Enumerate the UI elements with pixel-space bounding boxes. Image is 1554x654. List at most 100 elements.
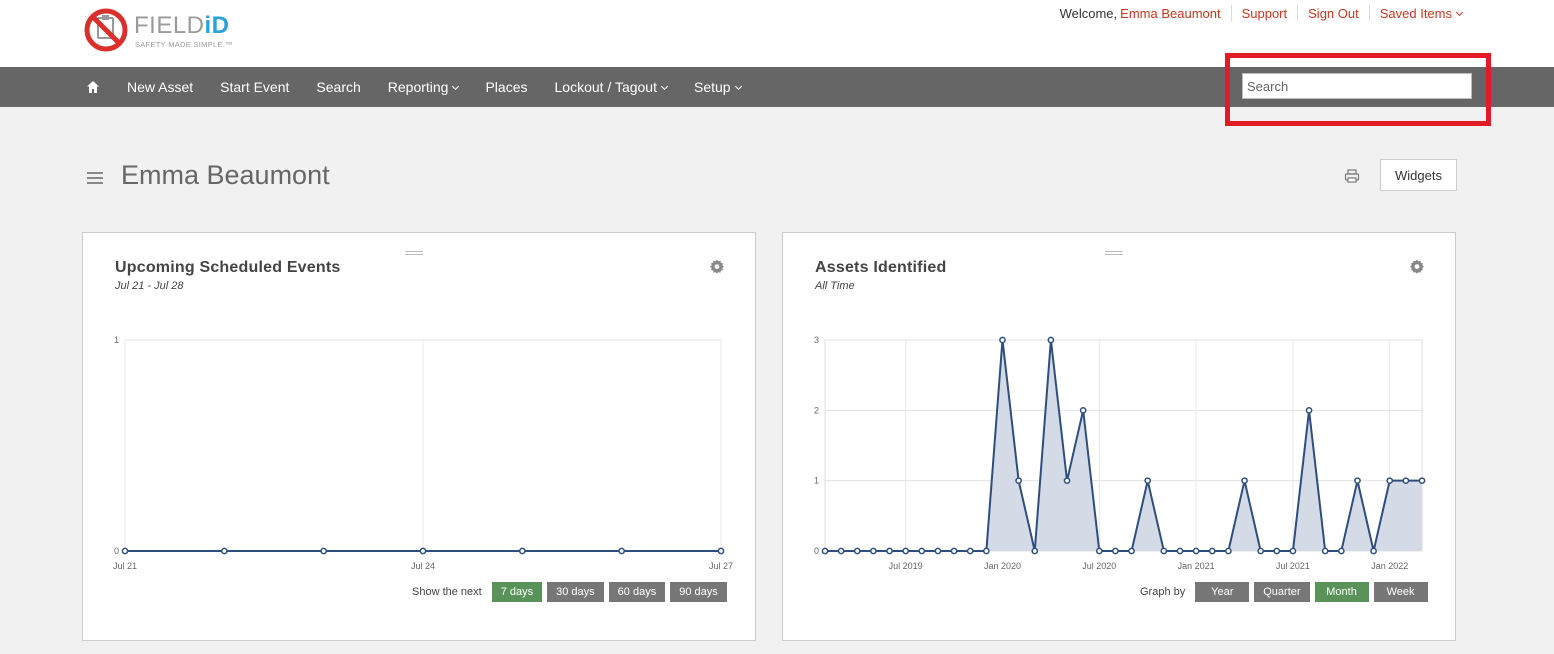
range-90-days-button[interactable]: 90 days [670,582,727,602]
data-point [966,547,974,555]
home-icon[interactable] [86,80,100,94]
data-point [1095,547,1103,555]
chevron-down-icon [660,82,669,91]
data-point [618,547,626,555]
data-point [1305,406,1313,414]
y-tick-label: 3 [814,335,819,345]
range-7-days-button[interactable]: 7 days [491,582,543,602]
main-nav: New Asset Start Event Search Reporting P… [86,67,768,107]
x-tick-label: Jan 2022 [1371,561,1408,571]
page-title: Emma Beaumont [121,160,330,190]
data-point [1370,547,1377,555]
widget-upcoming-scheduled-events: Upcoming Scheduled Events Jul 21 - Jul 2… [82,232,756,641]
data-point [1273,547,1281,555]
x-tick-label: Jan 2021 [1178,561,1215,571]
data-point [1386,477,1394,485]
print-icon[interactable] [1344,168,1360,184]
nav-setup[interactable]: Setup [694,79,742,95]
divider [1297,5,1299,21]
range-controls: Show the next 7 days 30 days 60 days 90 … [412,582,727,602]
data-point [1031,547,1039,555]
x-tick-label: Jul 2020 [1082,561,1116,571]
data-point [821,547,829,555]
data-point [1160,547,1168,555]
y-tick-label: 1 [114,335,119,345]
data-point [220,547,228,555]
data-point [1418,477,1426,485]
chevron-down-icon [734,82,742,91]
chevron-down-icon [1455,8,1464,16]
graph-by-month-button[interactable]: Month [1314,582,1369,602]
data-point [1321,547,1329,555]
nav-lockout-tagout[interactable]: Lockout / Tagout [554,79,669,95]
x-tick-label: Jul 2019 [889,561,923,571]
range-controls-label: Show the next [412,586,482,598]
fieldid-logo[interactable]: FIELDiD SAFETY MADE SIMPLE.™ [84,6,264,56]
support-link[interactable]: Support [1242,6,1288,21]
x-tick-label: Jul 21 [113,561,137,571]
nav-places[interactable]: Places [485,79,527,95]
data-point [1015,477,1022,485]
graph-by-quarter-button[interactable]: Quarter [1254,582,1310,602]
range-30-days-button[interactable]: 30 days [547,582,604,602]
saved-items-label: Saved Items [1379,5,1452,21]
data-point [870,547,877,555]
logo-tagline: SAFETY MADE SIMPLE.™ [135,40,233,49]
series-line [825,339,1422,552]
upcoming-events-chart: 0 1 Jul 21 Jul 24 Jul 27 [113,335,733,571]
x-tick-label: Jan 2020 [984,561,1021,571]
data-point [1079,406,1087,414]
data-point [1289,547,1297,555]
graph-by-label: Graph by [1140,586,1186,598]
x-tick-label: Jul 27 [709,561,733,571]
data-point [950,547,958,555]
data-point [1128,547,1135,555]
welcome-text: Welcome, [1059,5,1118,21]
data-point [934,547,942,555]
nav-reporting-label: Reporting [387,79,449,95]
data-point [1112,547,1119,555]
graph-by-controls: Graph by Year Quarter Month Week [1140,582,1428,602]
nav-lockout-tagout-label: Lockout / Tagout [554,79,657,95]
user-name-link[interactable]: Emma Beaumont [1120,6,1220,21]
logo-wordmark: FIELDiD [134,12,230,39]
plot-frame [824,339,1423,552]
nav-reporting[interactable]: Reporting [387,79,460,95]
data-point [1192,547,1200,555]
data-point [853,547,861,555]
data-point [918,547,926,555]
search-input[interactable] [1242,73,1472,99]
sign-out-link[interactable]: Sign Out [1308,6,1359,21]
divider [1368,5,1370,21]
saved-items-dropdown[interactable]: Saved Items [1379,5,1464,21]
data-point [320,547,328,555]
nav-new-asset[interactable]: New Asset [127,79,193,95]
data-point [1063,477,1071,485]
graph-by-year-button[interactable]: Year [1195,582,1250,602]
data-point [1225,547,1232,555]
nav-start-event[interactable]: Start Event [220,79,289,95]
data-point [902,547,910,555]
nav-search[interactable]: Search [316,79,360,95]
assets-identified-chart: 0 1 2 3 Jul 2019 Jan 2020 Jul 2020 Jan 2021 Jul … [814,335,1426,571]
y-tick-label: 0 [114,546,119,556]
range-60-days-button[interactable]: 60 days [608,582,666,602]
data-point [1047,336,1055,344]
data-point [1337,547,1345,555]
data-point [886,547,893,555]
account-links: Welcome, Emma Beaumont Support Sign Out … [1059,5,1464,21]
x-tick-label: Jul 24 [411,561,435,571]
data-point [1208,547,1216,555]
data-point [837,547,845,555]
data-point [1257,547,1264,555]
data-point [1176,547,1184,555]
widget-assets-identified: Assets Identified All Time 0 1 2 3 Jul 2019 J… [782,232,1456,641]
graph-by-week-button[interactable]: Week [1373,582,1428,602]
divider [1230,5,1232,21]
widgets-button[interactable]: Widgets [1380,159,1457,191]
data-point [717,547,725,555]
series-area [825,340,1422,551]
data-point [419,547,427,555]
data-point [1354,477,1361,485]
hamburger-menu-icon[interactable] [87,172,103,184]
